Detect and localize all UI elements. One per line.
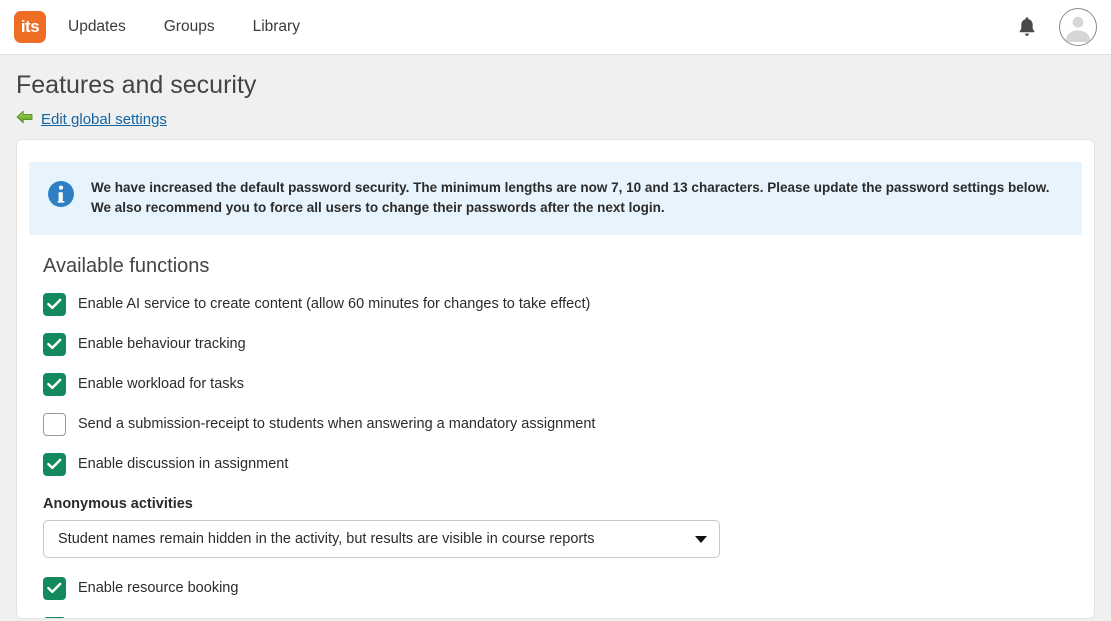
page-header: Features and security Edit global settin… bbox=[0, 55, 1111, 129]
checkbox-row-submission-receipt[interactable]: Send a submission-receipt to students wh… bbox=[43, 404, 1094, 444]
top-bar-actions bbox=[1017, 8, 1097, 46]
section-title-available-functions: Available functions bbox=[43, 255, 1094, 278]
nav-item-library[interactable]: Library bbox=[253, 12, 300, 42]
checkbox-workload-tasks[interactable] bbox=[43, 373, 66, 396]
checkbox-behaviour-tracking[interactable] bbox=[43, 333, 66, 356]
info-circle-icon bbox=[47, 180, 75, 213]
checkbox-label-submission-receipt: Send a submission-receipt to students wh… bbox=[78, 414, 595, 434]
app-logo[interactable]: its bbox=[14, 11, 46, 43]
checkbox-discussion-assignment[interactable] bbox=[43, 453, 66, 476]
breadcrumb: Edit global settings bbox=[16, 110, 1111, 129]
main-nav: Updates Groups Library bbox=[68, 12, 300, 42]
settings-card: We have increased the default password s… bbox=[16, 139, 1095, 619]
checkbox-label-behaviour-tracking: Enable behaviour tracking bbox=[78, 334, 246, 354]
top-navigation-bar: its Updates Groups Library bbox=[0, 0, 1111, 55]
checkbox-row-workload-tasks[interactable]: Enable workload for tasks bbox=[43, 364, 1094, 404]
checkbox-label-ai-service: Enable AI service to create content (all… bbox=[78, 294, 590, 314]
select-anonymous-activities[interactable]: Student names remain hidden in the activ… bbox=[43, 520, 720, 558]
checkbox-row-discussion-assignment[interactable]: Enable discussion in assignment bbox=[43, 444, 1094, 484]
checkbox-label-discussion-assignment: Enable discussion in assignment bbox=[78, 454, 288, 474]
checkbox-row-resource-booking[interactable]: Enable resource booking bbox=[43, 568, 1094, 608]
nav-item-groups[interactable]: Groups bbox=[164, 12, 215, 42]
checkbox-label-resource-booking: Enable resource booking bbox=[78, 578, 238, 598]
info-banner: We have increased the default password s… bbox=[29, 162, 1082, 236]
checkbox-submission-receipt[interactable] bbox=[43, 413, 66, 436]
checkbox-resource-booking[interactable] bbox=[43, 577, 66, 600]
info-banner-text: We have increased the default password s… bbox=[91, 178, 1051, 220]
checkbox-row-behaviour-tracking[interactable]: Enable behaviour tracking bbox=[43, 324, 1094, 364]
nav-item-updates[interactable]: Updates bbox=[68, 12, 126, 42]
edit-global-settings-link[interactable]: Edit global settings bbox=[41, 111, 167, 128]
checkbox-row-homework[interactable]: Enable homework bbox=[43, 608, 1094, 618]
checkbox-row-ai-service[interactable]: Enable AI service to create content (all… bbox=[43, 284, 1094, 324]
page-title: Features and security bbox=[16, 69, 1111, 102]
chevron-down-icon bbox=[695, 536, 707, 543]
avatar[interactable] bbox=[1059, 8, 1097, 46]
bell-icon[interactable] bbox=[1017, 16, 1037, 38]
green-left-arrow-icon bbox=[16, 110, 33, 129]
checkbox-ai-service[interactable] bbox=[43, 293, 66, 316]
select-anonymous-activities-value: Student names remain hidden in the activ… bbox=[58, 531, 687, 547]
checkbox-homework[interactable] bbox=[43, 617, 66, 619]
checkbox-label-workload-tasks: Enable workload for tasks bbox=[78, 374, 244, 394]
field-label-anonymous-activities: Anonymous activities bbox=[43, 496, 1094, 512]
